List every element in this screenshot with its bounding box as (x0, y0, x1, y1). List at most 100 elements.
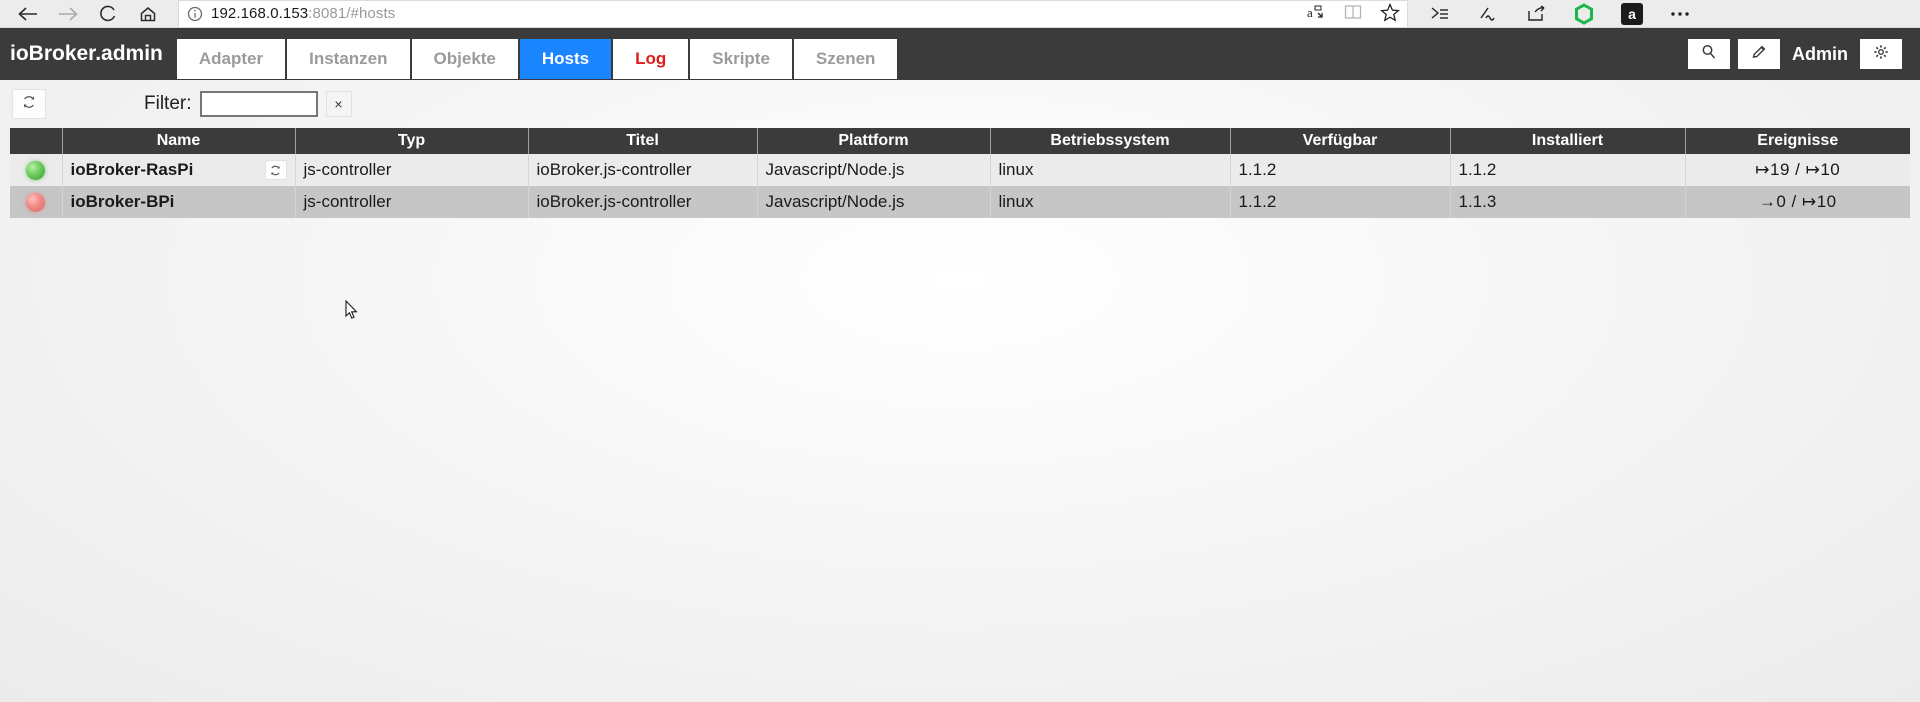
tab-szenen[interactable]: Szenen (793, 39, 898, 79)
col-header-name[interactable]: Name (62, 128, 296, 154)
back-arrow-icon (17, 5, 39, 23)
refresh-hosts-button[interactable] (12, 89, 46, 119)
table-row[interactable]: ioBroker-RasPi js-controller ioBroker.js (10, 154, 1910, 186)
browser-nav-buttons (0, 1, 168, 27)
app-brand: ioBroker.admin (10, 42, 163, 65)
user-label: Admin (1792, 43, 1848, 64)
col-header-typ[interactable]: Typ (295, 128, 529, 154)
tab-label: Objekte (433, 49, 496, 68)
read-aloud-icon[interactable]: a (1307, 3, 1327, 26)
col-header-titel[interactable]: Titel (528, 128, 758, 154)
col-header-plattform[interactable]: Plattform (757, 128, 991, 154)
amazon-extension-icon[interactable]: a (1610, 0, 1654, 28)
refresh-icon (271, 165, 280, 175)
host-os-cell: linux (990, 154, 1231, 186)
tab-label: Hosts (541, 49, 590, 68)
hosts-table-head: Name Typ Titel Plattform Betriebssystem … (10, 128, 1910, 154)
host-name: ioBroker-RasPi (70, 160, 194, 179)
tab-instanzen[interactable]: Instanzen (287, 39, 410, 79)
settings-button[interactable] (1860, 39, 1902, 69)
navbar-right-actions: Admin (1688, 28, 1910, 80)
tab-adapter[interactable]: Adapter (176, 39, 286, 79)
clear-filter-button[interactable]: × (325, 91, 352, 117)
tab-label: Skripte (712, 49, 770, 68)
events-value: ↦19 / ↦10 (1755, 160, 1841, 179)
host-ereignisse-cell: ↦19 / ↦10 (1685, 154, 1910, 186)
host-name: ioBroker-BPi (70, 192, 175, 211)
hosts-toolbar: Filter: × (0, 80, 1920, 128)
svg-text:a: a (1307, 5, 1313, 20)
tab-label: Instanzen (309, 49, 388, 68)
edit-mode-button[interactable] (1738, 39, 1780, 69)
tab-log[interactable]: Log (613, 39, 689, 79)
reload-button[interactable] (88, 1, 128, 27)
search-icon (1700, 43, 1718, 66)
host-installiert-cell: 1.1.3 (1450, 186, 1686, 218)
tab-label: Log (635, 49, 667, 68)
tab-skripte[interactable]: Skripte (690, 39, 792, 79)
host-verfuegbar-cell: 1.1.2 (1230, 186, 1451, 218)
home-button[interactable] (128, 1, 168, 27)
col-header-verfuegbar[interactable]: Verfügbar (1230, 128, 1451, 154)
col-header-status[interactable] (10, 128, 63, 154)
extension-green-icon[interactable] (1562, 0, 1606, 28)
mouse-cursor (345, 299, 359, 320)
settings-more-icon[interactable] (1658, 0, 1702, 28)
host-name-cell: ioBroker-RasPi (62, 154, 296, 186)
col-header-ereignisse[interactable]: Ereignisse (1685, 128, 1910, 154)
url-path: :8081/#hosts (308, 5, 396, 22)
host-restart-button[interactable] (264, 160, 287, 180)
host-ereignisse-cell: →0 / ↦10 (1685, 186, 1910, 218)
amazon-glyph: a (1621, 2, 1643, 25)
host-os-cell: linux (990, 186, 1231, 218)
refresh-icon (21, 94, 37, 115)
hosts-table-container: Name Typ Titel Plattform Betriebssystem … (0, 128, 1920, 218)
host-plattform-cell: Javascript/Node.js (757, 186, 991, 218)
expert-search-button[interactable] (1688, 39, 1730, 69)
collections-icon[interactable] (1418, 0, 1462, 28)
reading-view-icon[interactable] (1343, 3, 1363, 26)
host-status-cell (10, 154, 63, 186)
clear-x-icon: × (334, 96, 343, 112)
address-bar-url: 192.168.0.153:8081/#hosts (211, 5, 395, 22)
tab-hosts[interactable]: Hosts (519, 39, 612, 79)
table-header-row: Name Typ Titel Plattform Betriebssystem … (10, 128, 1910, 154)
address-bar[interactable]: 192.168.0.153:8081/#hosts a (178, 0, 1408, 28)
app-navbar: ioBroker.admin Adapter Instanzen Objekte… (0, 28, 1920, 80)
tab-objekte[interactable]: Objekte (411, 39, 518, 79)
filter-group: Filter: × (144, 91, 352, 117)
notes-icon[interactable] (1466, 0, 1510, 28)
tab-label: Szenen (815, 49, 876, 68)
table-row[interactable]: ioBroker-BPi js-controller ioBroker.js-c… (10, 186, 1910, 218)
col-header-betriebssystem[interactable]: Betriebssystem (990, 128, 1231, 154)
host-typ-cell: js-controller (295, 154, 529, 186)
forward-button[interactable] (48, 1, 88, 27)
events-value: →0 / ↦10 (1758, 192, 1837, 211)
status-led-online-icon (26, 161, 46, 180)
browser-toolbar: 192.168.0.153:8081/#hosts a a (0, 0, 1920, 28)
host-installiert-cell: 1.1.2 (1450, 154, 1686, 186)
share-icon[interactable] (1514, 0, 1558, 28)
star-icon[interactable] (1379, 2, 1401, 27)
filter-label: Filter: (144, 93, 192, 114)
forward-arrow-icon (57, 5, 79, 23)
main-tabs: Adapter Instanzen Objekte Hosts Log Skri… (176, 28, 898, 80)
browser-extension-toolbar: a (1418, 0, 1702, 28)
host-name-cell: ioBroker-BPi (62, 186, 296, 218)
pencil-icon (1750, 43, 1768, 66)
host-status-cell (10, 186, 63, 218)
host-titel-cell: ioBroker.js-controller (528, 154, 758, 186)
col-header-installiert[interactable]: Installiert (1450, 128, 1686, 154)
host-verfuegbar-cell: 1.1.2 (1230, 154, 1451, 186)
tab-label: Adapter (198, 49, 264, 68)
reload-icon (98, 4, 118, 24)
address-bar-actions: a (1307, 1, 1401, 29)
filter-input[interactable] (199, 91, 318, 117)
hosts-table-body: ioBroker-RasPi js-controller ioBroker.js (10, 154, 1910, 218)
host-plattform-cell: Javascript/Node.js (757, 154, 991, 186)
hosts-table: Name Typ Titel Plattform Betriebssystem … (10, 128, 1910, 218)
site-info-icon[interactable] (187, 6, 203, 22)
host-typ-cell: js-controller (295, 186, 529, 218)
status-led-offline-icon (26, 193, 46, 212)
back-button[interactable] (8, 1, 48, 27)
